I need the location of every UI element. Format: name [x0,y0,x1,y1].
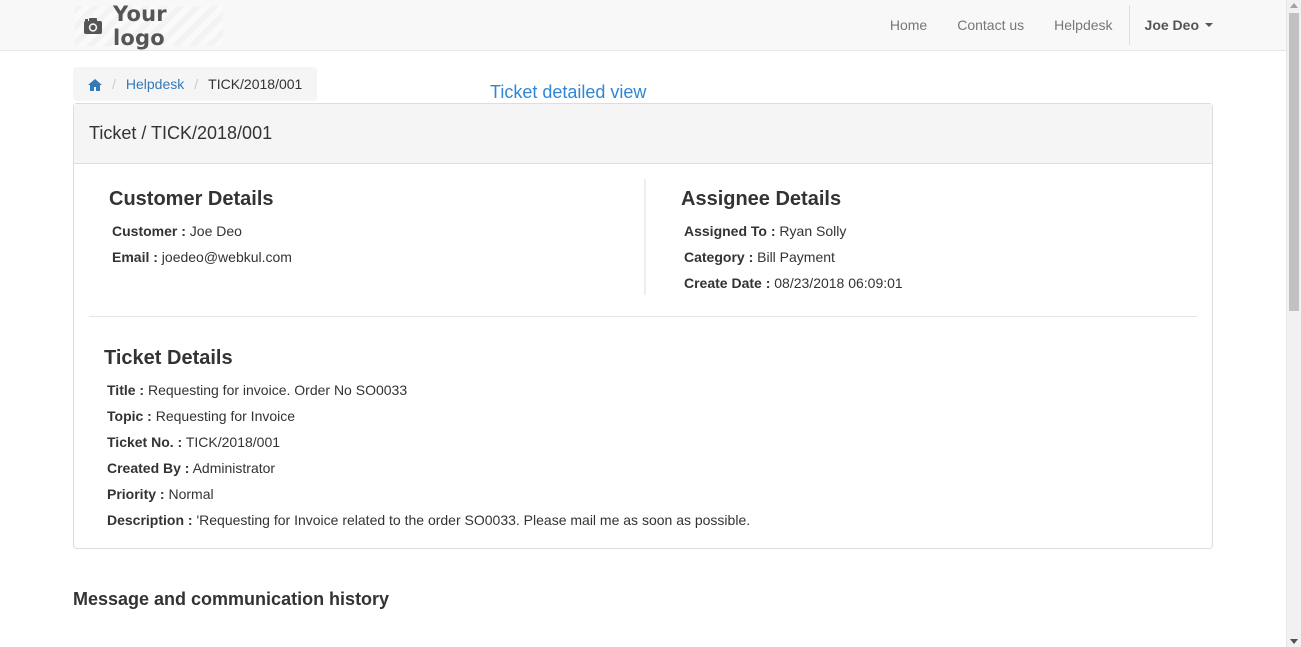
field-value: Ryan Solly [779,223,847,239]
assigned-to-field: Assigned To : Ryan Solly [684,223,846,239]
field-value: Normal [168,486,214,502]
ticket-no-field: Ticket No. : TICK/2018/001 [107,434,280,450]
horizontal-divider [89,316,1197,317]
nav-home-link[interactable]: Home [875,0,942,50]
panel-heading: Ticket / TICK/2018/001 [74,104,1212,164]
top-navbar: Your logo Home Contact us Helpdesk Joe D… [0,0,1286,51]
field-label: Ticket No. : [107,434,183,450]
breadcrumb-helpdesk-link[interactable]: Helpdesk [126,76,184,92]
user-menu[interactable]: Joe Deo [1130,0,1286,50]
ticket-panel: Ticket / TICK/2018/001 Customer Details … [73,103,1213,549]
ticket-details-title: Ticket Details [104,347,233,369]
field-value: TICK/2018/001 [185,434,281,450]
scroll-down-arrow-icon[interactable] [1290,639,1298,644]
customer-field: Customer : Joe Deo [112,223,242,239]
scrollbar-thumb[interactable] [1289,13,1299,311]
category-field: Category : Bill Payment [684,249,835,265]
caret-down-icon [1205,23,1213,27]
camera-icon [83,17,103,35]
field-label: Customer : [112,223,186,239]
field-value: Administrator [192,460,276,476]
field-label: Create Date : [684,275,771,291]
priority-field: Priority : Normal [107,486,214,502]
email-field: Email : joedeo@webkul.com [112,249,292,265]
field-label: Email : [112,249,158,265]
nav-links: Home Contact us Helpdesk Joe Deo [875,0,1286,50]
field-label: Description : [107,512,193,528]
field-label: Assigned To : [684,223,776,239]
breadcrumb-separator: / [194,76,199,92]
title-field: Title : Requesting for invoice. Order No… [107,382,407,398]
assignee-details-title: Assignee Details [681,188,842,210]
field-value: Bill Payment [757,249,835,265]
scroll-up-arrow-icon[interactable] [1290,3,1298,8]
created-by-field: Created By : Administrator [107,460,275,476]
page-note: Ticket detailed view [490,82,647,102]
field-label: Priority : [107,486,165,502]
topic-field: Topic : Requesting for Invoice [107,408,295,424]
user-name: Joe Deo [1144,17,1199,33]
field-value: 08/23/2018 06:09:01 [774,275,903,291]
description-field: Description : 'Requesting for Invoice re… [107,512,750,528]
field-value: Requesting for Invoice [155,408,296,424]
field-value: Joe Deo [189,223,242,239]
nav-helpdesk-link[interactable]: Helpdesk [1039,0,1127,50]
message-history-title: Message and communication history [73,589,390,609]
field-label: Created By : [107,460,190,476]
field-label: Category : [684,249,754,265]
breadcrumb: / Helpdesk / TICK/2018/001 [73,67,318,101]
logo[interactable]: Your logo [75,2,223,50]
breadcrumb-current: TICK/2018/001 [208,76,303,92]
field-value: joedeo@webkul.com [161,249,292,265]
home-icon[interactable] [88,78,102,91]
logo-text: Your logo [113,2,167,50]
customer-details-title: Customer Details [109,188,274,210]
field-value: 'Requesting for Invoice related to the o… [196,512,751,528]
create-date-field: Create Date : 08/23/2018 06:09:01 [684,275,903,291]
breadcrumb-separator: / [112,76,116,92]
field-label: Topic : [107,408,152,424]
field-label: Title : [107,382,145,398]
nav-contact-link[interactable]: Contact us [942,0,1039,50]
field-value: Requesting for invoice. Order No SO0033 [147,382,408,398]
vertical-divider [644,179,646,295]
vertical-scrollbar[interactable] [1286,0,1301,647]
